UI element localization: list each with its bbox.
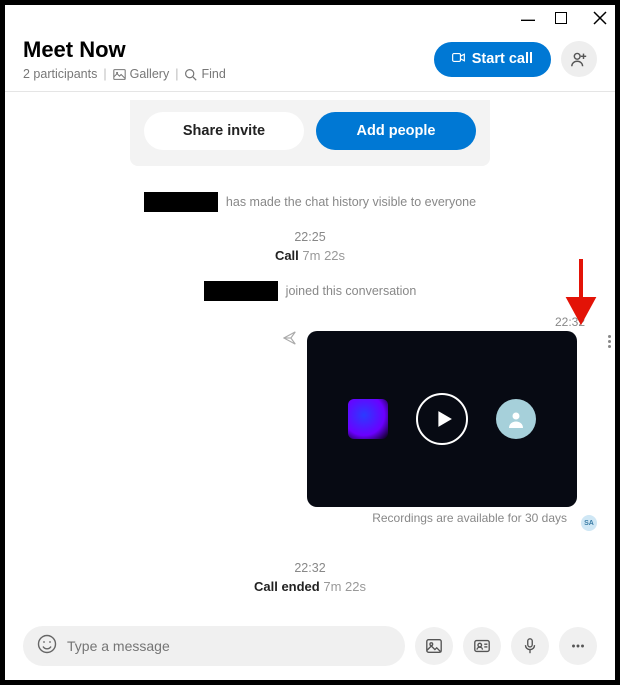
microphone-icon	[521, 637, 539, 655]
add-people-button[interactable]: Add people	[316, 112, 476, 150]
recording-message: 22:32 SA	[307, 315, 597, 507]
header-divider	[5, 91, 615, 92]
more-options-button[interactable]	[559, 627, 597, 665]
recording-card[interactable]	[307, 331, 577, 507]
start-call-button[interactable]: Start call	[434, 42, 551, 77]
add-participant-button[interactable]	[561, 41, 597, 77]
system-message-joined: joined this conversation	[23, 281, 597, 301]
recording-timestamp: 22:32	[307, 315, 597, 329]
search-icon	[184, 68, 197, 81]
play-icon	[435, 410, 453, 428]
redacted-name	[204, 281, 278, 301]
message-input[interactable]	[67, 638, 391, 654]
message-more-button[interactable]	[604, 331, 615, 352]
system-timestamp: 22:25	[23, 230, 597, 244]
start-call-label: Start call	[472, 51, 533, 67]
compose-input-wrap[interactable]	[23, 626, 405, 666]
chat-title: Meet Now	[23, 37, 226, 63]
person-icon	[506, 409, 526, 429]
system-message-history-visible: has made the chat history visible to eve…	[23, 192, 597, 212]
share-invite-button[interactable]: Share invite	[144, 112, 304, 150]
find-label: Find	[201, 67, 225, 81]
chat-header: Meet Now 2 participants | Gallery | Find	[5, 33, 615, 91]
recording-thumbnail	[348, 399, 388, 439]
call-ended-duration: 7m 22s	[323, 579, 366, 594]
call-duration: 7m 22s	[302, 248, 345, 263]
contact-card-icon	[473, 637, 491, 655]
gallery-icon	[113, 68, 126, 81]
message-composer	[23, 626, 597, 666]
system-text: has made the chat history visible to eve…	[226, 195, 476, 209]
picture-icon	[425, 637, 443, 655]
play-button[interactable]	[416, 393, 468, 445]
separator: |	[175, 67, 178, 81]
call-summary: Call 7m 22s	[23, 248, 597, 263]
contact-card-button[interactable]	[463, 627, 501, 665]
participants-link[interactable]: 2 participants	[23, 67, 97, 81]
system-timestamp: 22:32	[23, 561, 597, 575]
invite-panel: Share invite Add people	[130, 100, 490, 166]
participant-avatar	[496, 399, 536, 439]
system-text: joined this conversation	[286, 284, 417, 298]
read-receipt: SA	[581, 515, 597, 531]
find-link[interactable]: Find	[184, 67, 225, 81]
video-icon	[452, 51, 465, 68]
redacted-name	[144, 192, 218, 212]
maximize-button[interactable]	[555, 14, 573, 24]
sent-icon	[283, 331, 297, 350]
person-plus-icon	[570, 50, 588, 68]
separator: |	[103, 67, 106, 81]
call-label: Call	[275, 248, 299, 263]
gallery-link[interactable]: Gallery	[113, 67, 170, 81]
gallery-label: Gallery	[130, 67, 170, 81]
emoji-icon[interactable]	[37, 634, 57, 659]
close-button[interactable]	[591, 11, 609, 28]
call-ended-summary: Call ended 7m 22s	[23, 579, 597, 594]
chat-area: has made the chat history visible to eve…	[5, 166, 615, 636]
call-ended-label: Call ended	[254, 579, 320, 594]
window-title-bar	[5, 5, 615, 33]
media-button[interactable]	[415, 627, 453, 665]
more-horizontal-icon	[569, 637, 587, 655]
recording-availability-note: Recordings are available for 30 days	[23, 511, 567, 525]
minimize-button[interactable]	[519, 11, 537, 27]
voice-message-button[interactable]	[511, 627, 549, 665]
